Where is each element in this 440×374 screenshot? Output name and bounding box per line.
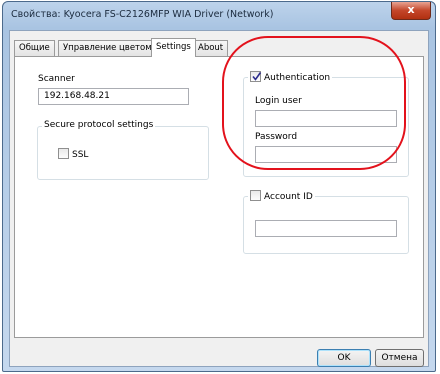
window-title: Свойства: Kyocera FS-C2126MFP WIA Driver… xyxy=(11,9,274,20)
close-button[interactable]: x xyxy=(391,2,431,20)
scanner-address-field[interactable]: 192.168.48.21 xyxy=(38,88,189,105)
ssl-option[interactable]: SSL xyxy=(58,148,88,160)
tab-about[interactable]: About xyxy=(193,40,229,56)
tab-general[interactable]: Общие xyxy=(14,40,55,56)
scanner-label: Scanner xyxy=(38,74,75,84)
account-id-label: Account ID xyxy=(264,192,313,202)
red-highlight-ellipse xyxy=(222,36,406,170)
ssl-label: SSL xyxy=(72,150,89,160)
account-id-toggle[interactable]: Account ID xyxy=(248,190,315,202)
account-id-checkbox[interactable] xyxy=(250,190,261,201)
ok-button[interactable]: OK xyxy=(317,349,371,367)
account-id-group: Account ID xyxy=(243,190,409,254)
secure-protocol-group: Secure protocol settings SSL xyxy=(37,120,209,180)
cancel-button[interactable]: Отмена xyxy=(375,349,424,367)
close-icon: x xyxy=(407,3,415,16)
secure-protocol-legend: Secure protocol settings xyxy=(42,120,156,130)
title-bar[interactable]: Свойства: Kyocera FS-C2126MFP WIA Driver… xyxy=(3,2,435,30)
tab-settings[interactable]: Settings xyxy=(151,38,196,57)
tab-color-management[interactable]: Управление цветом xyxy=(58,40,157,56)
account-id-field[interactable] xyxy=(255,220,397,237)
ssl-checkbox[interactable] xyxy=(58,148,69,159)
